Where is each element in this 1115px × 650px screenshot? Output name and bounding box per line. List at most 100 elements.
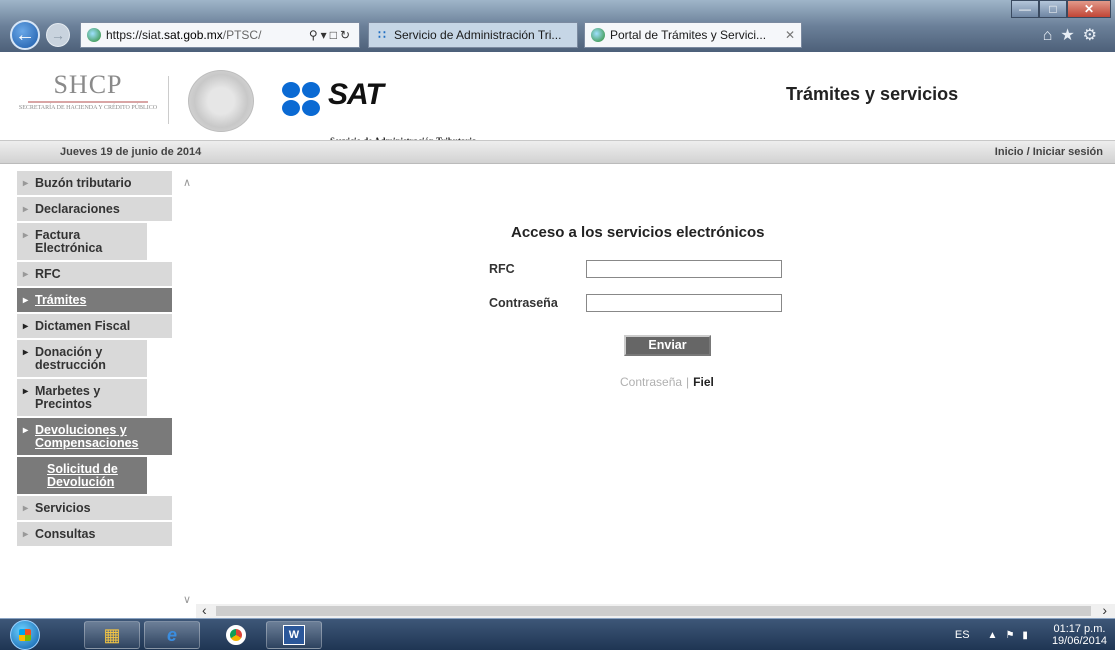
site-header: SHCP SECRETARÍA DE HACIENDA Y CRÉDITO PÚ… bbox=[0, 52, 1115, 146]
address-path: /PTSC/ bbox=[222, 28, 262, 42]
shcp-logo-text: SHCP bbox=[53, 70, 123, 99]
clock[interactable]: 01:17 p.m. 19/06/2014 bbox=[1052, 623, 1107, 647]
address-bar[interactable]: https://siat.sat.gob.mx/PTSC/ ⚲▾□↻ bbox=[80, 22, 360, 48]
chevron-up-icon[interactable]: ▲ bbox=[988, 630, 1006, 641]
horizontal-scrollbar[interactable]: ‹ › bbox=[196, 602, 1115, 618]
word-icon: W bbox=[283, 625, 305, 645]
sidebar-item-buzon-tributario[interactable]: ▸ Buzón tributario bbox=[17, 171, 172, 197]
address-prefix: https://siat. bbox=[106, 28, 165, 42]
browser-toolbar-icons: ⌂★⚙ bbox=[1043, 25, 1105, 45]
sidebar-item-solicitud-devolucion[interactable]: Solicitud de Devolución bbox=[17, 457, 147, 496]
login-link[interactable]: Inicio / Iniciar sesión bbox=[995, 146, 1103, 158]
menu-marker-icon: ▸ bbox=[23, 347, 29, 358]
menu-marker-icon: ▸ bbox=[23, 529, 29, 540]
sidebar-item-label: Buzón tributario bbox=[35, 176, 132, 190]
chevron-right-icon[interactable]: › bbox=[1102, 602, 1107, 618]
sidebar-item-dictamen-fiscal[interactable]: ▸ Dictamen Fiscal bbox=[17, 314, 172, 340]
sidebar-item-label: Devoluciones y Compensaciones bbox=[35, 423, 139, 450]
forward-button[interactable]: → bbox=[46, 23, 70, 47]
flag-icon[interactable]: ⚑ bbox=[1005, 630, 1022, 641]
sidebar-item-rfc[interactable]: ▸ RFC bbox=[17, 262, 172, 288]
fiel-auth-link[interactable]: Fiel bbox=[693, 375, 714, 389]
tray-icons: ▲⚑▮ bbox=[988, 630, 1036, 641]
sidebar-item-declaraciones[interactable]: ▸ Declaraciones bbox=[17, 197, 172, 223]
sidebar-item-label: Declaraciones bbox=[35, 202, 120, 216]
tab-title-wrap: Portal de Trámites y Servici... bbox=[591, 28, 766, 42]
chrome-icon bbox=[226, 625, 246, 645]
password-auth-link[interactable]: Contraseña bbox=[620, 375, 682, 389]
refresh-icon[interactable]: ↻ bbox=[340, 28, 353, 42]
minimize-icon: — bbox=[1019, 2, 1031, 16]
chevron-down-icon[interactable]: ▾ bbox=[321, 28, 330, 42]
tab-title: Portal de Trámites y Servici... bbox=[610, 28, 767, 42]
password-input[interactable] bbox=[586, 294, 782, 312]
chevron-up-icon[interactable]: ∧ bbox=[178, 176, 196, 189]
tab-sat[interactable]: ∷ Servicio de Administración Tri... bbox=[368, 22, 578, 48]
sidebar-item-consultas[interactable]: ▸ Consultas bbox=[17, 522, 172, 548]
taskbar-word[interactable]: W bbox=[266, 621, 322, 649]
close-tab-icon[interactable]: ✕ bbox=[779, 28, 795, 42]
maximize-icon: □ bbox=[1049, 2, 1057, 16]
lock-icon[interactable]: □ bbox=[330, 28, 340, 42]
menu-marker-icon: ▸ bbox=[23, 230, 29, 241]
start-button[interactable] bbox=[10, 620, 40, 650]
sidebar-scrollbar[interactable]: ∧ ∨ bbox=[178, 170, 196, 606]
sat-logo-text[interactable]: SAT bbox=[328, 78, 384, 112]
sidebar-item-donacion-destruccion[interactable]: ▸ Donación y destrucción bbox=[17, 340, 147, 379]
address-host: sat.gob.mx bbox=[164, 28, 223, 42]
star-icon[interactable]: ★ bbox=[1060, 27, 1082, 44]
header-divider bbox=[168, 76, 169, 124]
clock-time: 01:17 p.m. bbox=[1053, 623, 1106, 635]
sidebar-item-tramites[interactable]: ▸ Trámites bbox=[17, 288, 172, 314]
menu-marker-icon: ▸ bbox=[23, 204, 29, 215]
arrow-left-icon: ← bbox=[15, 23, 35, 46]
window-controls: — □ ✕ bbox=[1011, 0, 1111, 18]
tab-portal[interactable]: Portal de Trámites y Servici... ✕ bbox=[584, 22, 802, 48]
home-icon[interactable]: ⌂ bbox=[1043, 27, 1061, 44]
address-tools[interactable]: ⚲▾□↻ bbox=[305, 28, 353, 42]
scrollbar-thumb[interactable] bbox=[216, 606, 1091, 616]
maximize-button[interactable]: □ bbox=[1039, 0, 1067, 18]
back-button[interactable]: ← bbox=[10, 20, 40, 50]
sidebar-item-marbetes-precintos[interactable]: ▸ Marbetes y Precintos bbox=[17, 379, 147, 418]
rfc-input[interactable] bbox=[586, 260, 782, 278]
internet-explorer-icon: e bbox=[166, 624, 177, 645]
menu-marker-icon: ▸ bbox=[23, 386, 29, 397]
date-bar: Jueves 19 de junio de 2014 Inicio / Inic… bbox=[0, 140, 1115, 164]
taskbar-chrome[interactable] bbox=[208, 621, 264, 649]
taskbar-explorer[interactable]: ▦ bbox=[84, 621, 140, 649]
signal-icon[interactable]: ▮ bbox=[1022, 630, 1036, 641]
sidebar-item-label: Solicitud de Devolución bbox=[47, 462, 118, 489]
sidebar-item-label: Consultas bbox=[35, 527, 96, 541]
chevron-down-icon[interactable]: ∨ bbox=[178, 593, 196, 606]
search-icon[interactable]: ⚲ bbox=[309, 28, 321, 42]
sidebar-item-servicios[interactable]: ▸ Servicios bbox=[17, 496, 172, 522]
menu-marker-icon: ▸ bbox=[23, 425, 29, 436]
menu-marker-icon: ▸ bbox=[23, 321, 29, 332]
sidebar-item-label: Trámites bbox=[35, 293, 87, 307]
page-title: Trámites y servicios bbox=[786, 84, 959, 104]
tab-title: Servicio de Administración Tri... bbox=[394, 28, 562, 42]
shcp-rule bbox=[28, 101, 148, 103]
arrow-right-icon: → bbox=[51, 27, 65, 43]
sidebar-item-factura-electronica[interactable]: ▸ Factura Electrónica bbox=[17, 223, 147, 262]
submit-button[interactable]: Enviar bbox=[624, 335, 711, 356]
sidebar-item-devoluciones-compensaciones[interactable]: ▸ Devoluciones y Compensaciones bbox=[17, 418, 172, 457]
folder-icon: ▦ bbox=[103, 624, 121, 645]
minimize-button[interactable]: — bbox=[1011, 0, 1039, 18]
sidebar-item-label: Factura Electrónica bbox=[35, 228, 103, 255]
sidebar-item-label: Donación y destrucción bbox=[35, 345, 106, 372]
sidebar-item-label: Servicios bbox=[35, 501, 91, 515]
taskbar-internet-explorer[interactable]: e bbox=[144, 621, 200, 649]
close-window-button[interactable]: ✕ bbox=[1067, 0, 1111, 18]
national-seal-icon bbox=[188, 70, 254, 132]
menu-marker-icon: ▸ bbox=[23, 295, 29, 306]
ie-page-icon bbox=[87, 28, 101, 42]
shcp-logo[interactable]: SHCP SECRETARÍA DE HACIENDA Y CRÉDITO PÚ… bbox=[18, 70, 158, 112]
gear-icon[interactable]: ⚙ bbox=[1083, 27, 1105, 44]
language-indicator[interactable]: ES bbox=[955, 629, 970, 641]
address-text[interactable]: https://siat.sat.gob.mx/PTSC/ bbox=[106, 28, 305, 42]
chevron-left-icon[interactable]: ‹ bbox=[202, 602, 207, 618]
clock-date: 19/06/2014 bbox=[1051, 635, 1107, 647]
password-label: Contraseña bbox=[489, 296, 558, 310]
